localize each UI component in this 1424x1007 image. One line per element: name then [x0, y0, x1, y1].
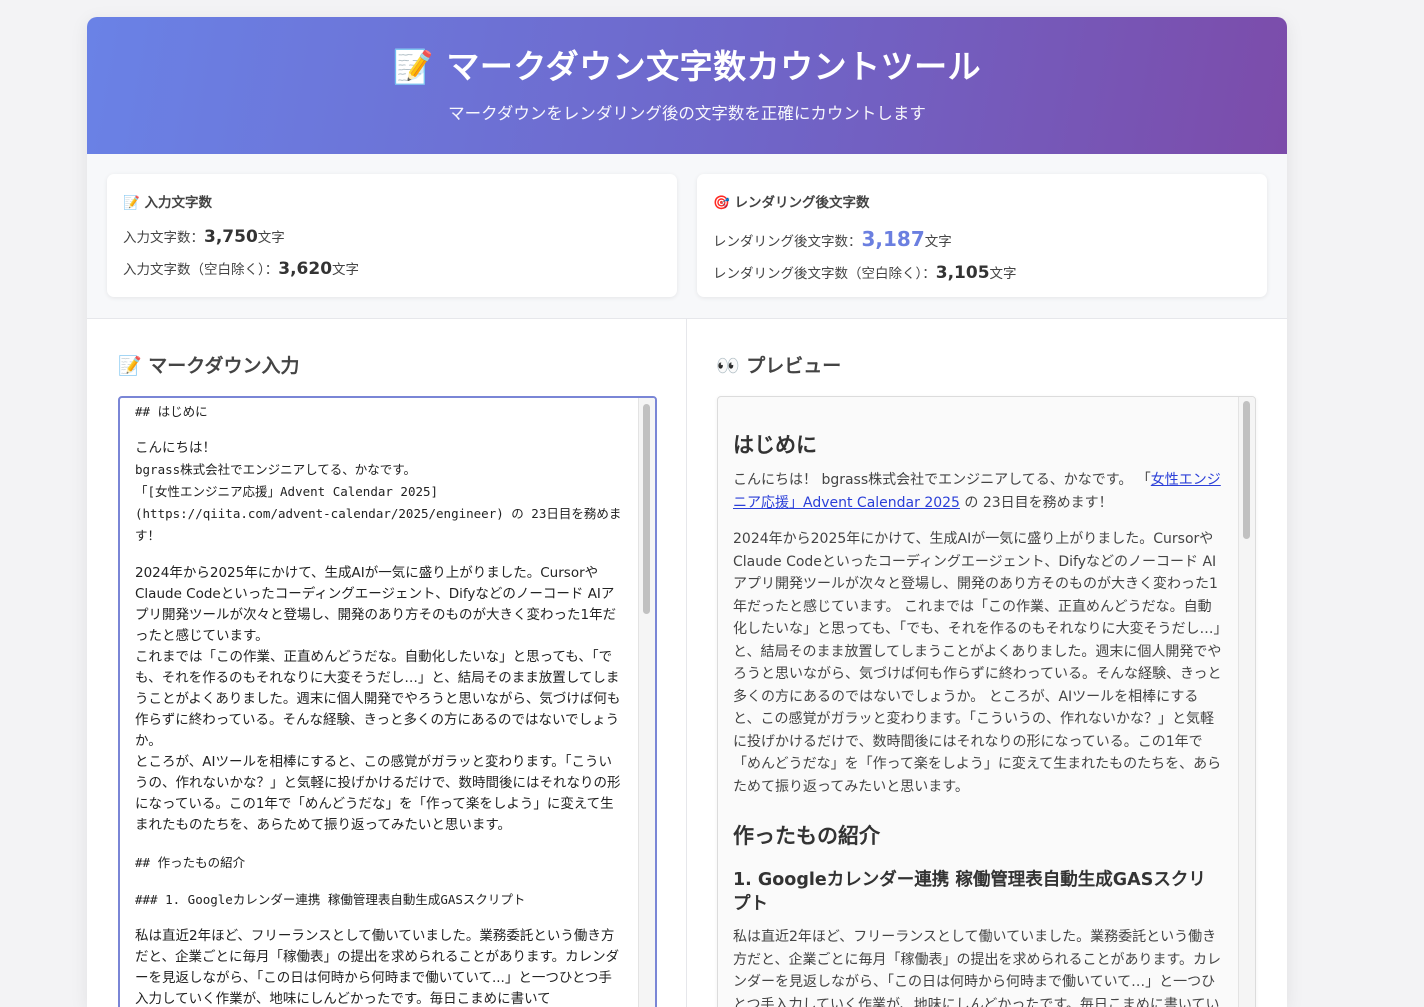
rendered-nospace-value: 3,105 [935, 263, 990, 283]
markdown-input[interactable]: ## はじめに こんにちは！ bgrass株式会社でエンジニアしてる、かなです。… [118, 396, 657, 1007]
preview-pane-title: 👀 プレビュー [716, 355, 842, 377]
editor-paragraph: 2024年から2025年にかけて、生成AIが一気に盛り上がりました。Cursor… [135, 563, 625, 836]
editor-scrollbar[interactable] [638, 398, 655, 1007]
app-container: 📝 マークダウン文字数カウントツール マークダウンをレンダリング後の文字数を正確… [87, 17, 1287, 1007]
editor-line: ### 1. Googleカレンダー連携 稼働管理表自動生成GASスクリプト [135, 892, 526, 907]
editor-line: ところが、AIツールを相棒にすると、この感覚がガラッと変わります。「こういうの、… [135, 754, 621, 833]
editor-paragraph: こんにちは！ bgrass株式会社でエンジニアしてる、かなです。 「[女性エンジ… [135, 438, 625, 547]
rendered-nospace-line: レンダリング後文字数（空白除く）：3,105文字 [713, 262, 1017, 283]
input-count-unit: 文字 [257, 230, 285, 246]
preview-scrollbar-thumb[interactable] [1243, 401, 1250, 539]
preview-heading-gas: 1. Googleカレンダー連携 稼働管理表自動生成GASスクリプト [733, 870, 1206, 914]
rendered-count-value: 3,187 [861, 227, 925, 251]
editor-line: ## 作ったもの紹介 [135, 855, 246, 870]
editor-line: これまでは「この作業、正直めんどうだな。自動化したいな」と思っても、「でも、それ… [135, 649, 621, 749]
editor-line: こんにちは！ [135, 440, 216, 456]
page-subtitle: マークダウンをレンダリング後の文字数を正確にカウントします [448, 104, 926, 123]
app-header: 📝 マークダウン文字数カウントツール マークダウンをレンダリング後の文字数を正確… [87, 17, 1287, 154]
input-count-line: 入力文字数：3,750文字 [123, 226, 285, 247]
preview-pane: はじめに こんにちは！ bgrass株式会社でエンジニアしてる、かなです。 「女… [717, 396, 1256, 1007]
input-nospace-value: 3,620 [278, 259, 333, 279]
page-title: 📝 マークダウン文字数カウントツール [392, 47, 982, 86]
input-nospace-label: 入力文字数（空白除く）： [123, 262, 279, 278]
editor-pane-title: 📝 マークダウン入力 [118, 355, 300, 377]
rendered-stats-title: 🎯 レンダリング後文字数 [713, 195, 870, 211]
preview-paragraph: 私は直近2年ほど、フリーランスとして働いていました。業務委託という働き方だと、企… [733, 929, 1222, 1007]
editor-scrollbar-thumb[interactable] [643, 404, 650, 614]
input-count-value: 3,750 [204, 227, 258, 247]
editor-line: bgrass株式会社でエンジニアしてる、かなです。 [135, 462, 417, 477]
preview-paragraph: 2024年から2025年にかけて、生成AIが一気に盛り上がりました。Cursor… [733, 531, 1222, 795]
editor-line: 2024年から2025年にかけて、生成AIが一気に盛り上がりました。Cursor… [135, 565, 617, 644]
preview-content: はじめに こんにちは！ bgrass株式会社でエンジニアしてる、かなです。 「女… [733, 407, 1223, 1007]
rendered-stats-card: 🎯 レンダリング後文字数 レンダリング後文字数：3,187文字 レンダリング後文… [697, 174, 1267, 297]
editor-line: 私は直近2年ほど、フリーランスとして働いていました。業務委託という働き方だと、企… [135, 928, 620, 1007]
input-nospace-unit: 文字 [332, 262, 360, 278]
workspace: 📝 マークダウン入力 👀 プレビュー ## はじめに こんにちは！ bgrass… [87, 319, 1287, 1007]
preview-paragraph: こんにちは！ bgrass株式会社でエンジニアしてる、かなです。 「女性エンジニ… [733, 469, 1223, 514]
rendered-count-line: レンダリング後文字数：3,187文字 [713, 227, 952, 251]
editor-line: 「[女性エンジニア応援」Advent Calendar 2025](https:… [135, 484, 622, 543]
rendered-count-unit: 文字 [924, 234, 952, 250]
input-stats-title: 📝 入力文字数 [123, 195, 213, 211]
preview-scrollbar[interactable] [1238, 397, 1255, 1007]
rendered-nospace-unit: 文字 [989, 266, 1017, 282]
rendered-nospace-label: レンダリング後文字数（空白除く）： [713, 266, 936, 282]
input-count-label: 入力文字数： [123, 230, 204, 246]
markdown-input-text[interactable]: ## はじめに こんにちは！ bgrass株式会社でエンジニアしてる、かなです。… [135, 401, 625, 1007]
preview-text-span: の 23日目を務めます！ [959, 494, 1113, 511]
preview-heading-made: 作ったもの紹介 [733, 824, 880, 848]
rendered-count-label: レンダリング後文字数： [713, 234, 862, 250]
editor-line: ## はじめに [135, 404, 208, 419]
input-nospace-line: 入力文字数（空白除く）：3,620文字 [123, 258, 359, 279]
preview-text-span: こんにちは！ bgrass株式会社でエンジニアしてる、かなです。 「 [733, 472, 1151, 488]
pane-divider [686, 319, 687, 1007]
stats-section: 📝 入力文字数 入力文字数：3,750文字 入力文字数（空白除く）：3,620文… [87, 154, 1287, 319]
preview-heading-intro: はじめに [733, 433, 817, 457]
input-stats-card: 📝 入力文字数 入力文字数：3,750文字 入力文字数（空白除く）：3,620文… [107, 174, 677, 297]
